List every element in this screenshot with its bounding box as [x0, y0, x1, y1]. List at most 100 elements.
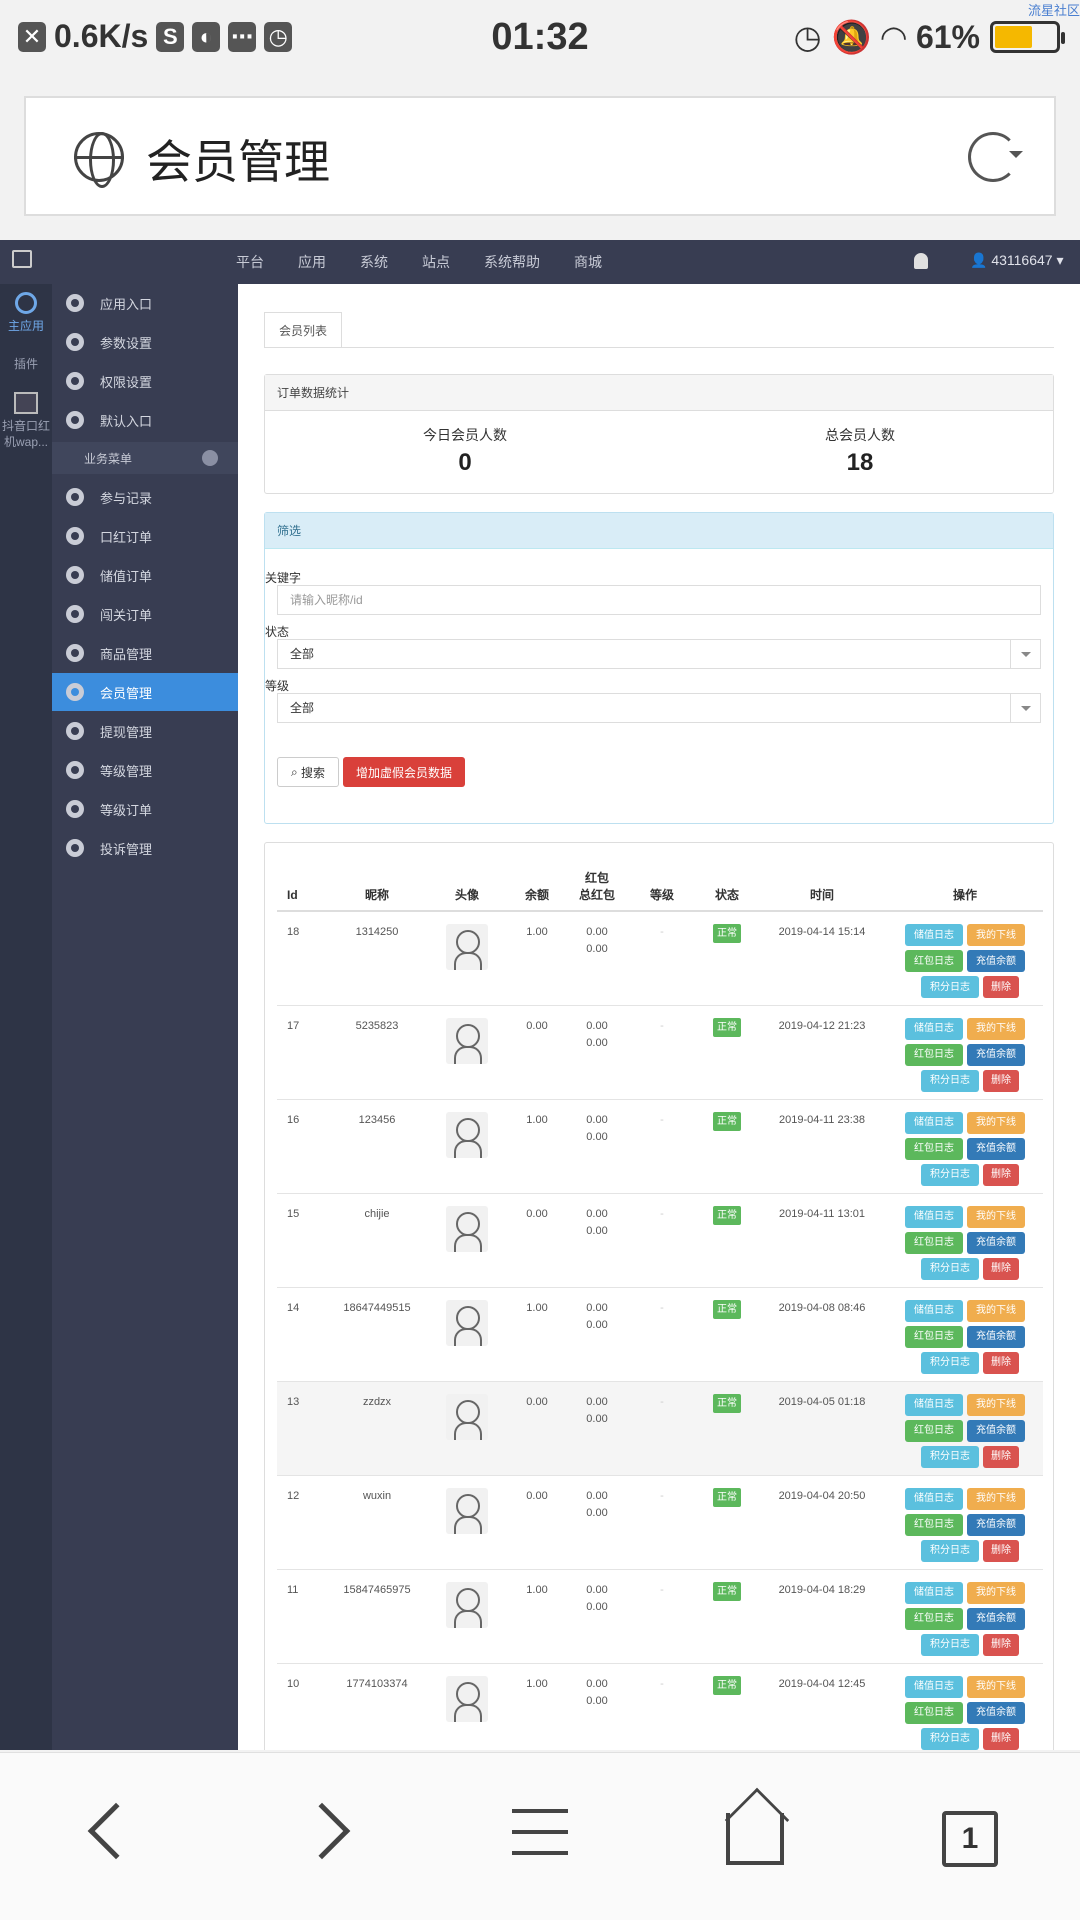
nav-item-system[interactable]: 系统: [360, 252, 388, 272]
points-log-button[interactable]: 积分日志: [921, 976, 979, 998]
menu-item-lipstick-orders[interactable]: 口红订单: [52, 517, 238, 555]
menu-item-members[interactable]: 会员管理: [52, 673, 238, 711]
recharge-button[interactable]: 充值余额: [967, 1043, 1025, 1066]
deposit-log-button[interactable]: 储值日志: [905, 924, 963, 946]
my-downline-button[interactable]: 我的下线: [967, 1017, 1025, 1040]
my-downline-button[interactable]: 我的下线: [967, 1205, 1025, 1228]
recharge-button[interactable]: 充值余额: [967, 1513, 1025, 1536]
my-downline-button[interactable]: 我的下线: [967, 924, 1025, 946]
my-downline-button[interactable]: 我的下线: [967, 1487, 1025, 1510]
menu-item-withdraw[interactable]: 提现管理: [52, 712, 238, 750]
cell-red-value: 0.00: [586, 1207, 608, 1220]
menu-item-permissions[interactable]: 权限设置: [52, 362, 238, 400]
red-log-button[interactable]: 红包日志: [905, 1325, 963, 1348]
nav-item-site[interactable]: 站点: [422, 252, 450, 272]
menu-item-products[interactable]: 商品管理: [52, 634, 238, 672]
refresh-icon[interactable]: [968, 132, 1023, 182]
points-log-button[interactable]: 积分日志: [921, 1445, 979, 1468]
tabs-button[interactable]: 1: [942, 1811, 998, 1867]
recharge-button[interactable]: 充值余额: [967, 1701, 1025, 1724]
deposit-log-button[interactable]: 储值日志: [905, 1205, 963, 1228]
nav-item-platform[interactable]: 平台: [236, 252, 264, 272]
menu-item-level-orders[interactable]: 等级订单: [52, 790, 238, 828]
deposit-log-button[interactable]: 储值日志: [905, 1487, 963, 1510]
user-menu[interactable]: 👤 43116647 ▾: [970, 252, 1064, 269]
rail-main-app[interactable]: 主应用: [0, 292, 52, 334]
deposit-log-button[interactable]: 储值日志: [905, 1675, 963, 1698]
my-downline-button[interactable]: 我的下线: [967, 1675, 1025, 1698]
points-log-button[interactable]: 积分日志: [921, 1257, 979, 1280]
recharge-button[interactable]: 充值余额: [967, 1137, 1025, 1160]
menu-item-levels[interactable]: 等级管理: [52, 751, 238, 789]
delete-button[interactable]: 删除: [983, 1445, 1019, 1468]
menu-item-app-entry[interactable]: 应用入口: [52, 284, 238, 322]
back-icon[interactable]: [87, 1802, 145, 1860]
recharge-button[interactable]: 充值余额: [967, 1419, 1025, 1442]
delete-button[interactable]: 删除: [983, 1069, 1019, 1092]
recharge-button[interactable]: 充值余额: [967, 1607, 1025, 1630]
rail-plugin[interactable]: 插件: [0, 356, 52, 372]
points-log-button[interactable]: 积分日志: [921, 1539, 979, 1562]
red-log-button[interactable]: 红包日志: [905, 1043, 963, 1066]
delete-button[interactable]: 删除: [983, 1257, 1019, 1280]
deposit-log-button[interactable]: 储值日志: [905, 1111, 963, 1134]
red-log-button[interactable]: 红包日志: [905, 1607, 963, 1630]
menu-icon[interactable]: [512, 1809, 568, 1865]
gear-icon: [66, 839, 84, 857]
cell-avatar: [427, 1287, 507, 1382]
forward-icon[interactable]: [293, 1802, 351, 1860]
red-log-button[interactable]: 红包日志: [905, 1701, 963, 1724]
menu-item-params[interactable]: 参数设置: [52, 323, 238, 361]
deposit-log-button[interactable]: 储值日志: [905, 1299, 963, 1322]
my-downline-button[interactable]: 我的下线: [967, 1581, 1025, 1604]
cell-ops: 储值日志 我的下线 红包日志 充值余额积分日志 删除: [887, 1475, 1043, 1570]
keyword-input[interactable]: 请输入昵称/id: [277, 585, 1041, 615]
menu-item-complaints[interactable]: 投诉管理: [52, 829, 238, 867]
menu-item-level-orders-game[interactable]: 闯关订单: [52, 595, 238, 633]
menu-group-business[interactable]: 业务菜单: [52, 442, 238, 474]
level-select[interactable]: 全部: [277, 693, 1041, 723]
add-fake-members-button[interactable]: 增加虚假会员数据: [343, 757, 465, 787]
recharge-button[interactable]: 充值余额: [967, 1231, 1025, 1254]
rail-app[interactable]: 抖音口红机wap...: [0, 392, 52, 450]
points-log-button[interactable]: 积分日志: [921, 1163, 979, 1186]
alarm-icon: ◷: [793, 19, 822, 55]
tab-member-list[interactable]: 会员列表: [264, 312, 342, 348]
delete-button[interactable]: 删除: [983, 1727, 1019, 1750]
nav-item-apps[interactable]: 应用: [298, 252, 326, 272]
recharge-button[interactable]: 充值余额: [967, 950, 1025, 972]
menu-item-records[interactable]: 参与记录: [52, 478, 238, 516]
menu-item-deposit-orders[interactable]: 储值订单: [52, 556, 238, 594]
red-log-button[interactable]: 红包日志: [905, 1513, 963, 1536]
points-log-button[interactable]: 积分日志: [921, 1069, 979, 1092]
deposit-log-button[interactable]: 储值日志: [905, 1393, 963, 1416]
search-button[interactable]: ⌕ 搜索: [277, 757, 339, 787]
points-log-button[interactable]: 积分日志: [921, 1351, 979, 1374]
my-downline-button[interactable]: 我的下线: [967, 1111, 1025, 1134]
red-log-button[interactable]: 红包日志: [905, 1231, 963, 1254]
delete-button[interactable]: 删除: [983, 1633, 1019, 1656]
delete-button[interactable]: 删除: [983, 1163, 1019, 1186]
deposit-log-button[interactable]: 储值日志: [905, 1017, 963, 1040]
status-select[interactable]: 全部: [277, 639, 1041, 669]
delete-button[interactable]: 删除: [983, 1539, 1019, 1562]
filter-header: 筛选: [265, 513, 1053, 549]
red-log-button[interactable]: 红包日志: [905, 1137, 963, 1160]
my-downline-button[interactable]: 我的下线: [967, 1393, 1025, 1416]
red-log-button[interactable]: 红包日志: [905, 950, 963, 972]
my-downline-button[interactable]: 我的下线: [967, 1299, 1025, 1322]
menu-item-default-entry[interactable]: 默认入口: [52, 401, 238, 439]
bell-icon[interactable]: [914, 253, 928, 269]
nav-item-help[interactable]: 系统帮助: [484, 252, 540, 272]
red-log-button[interactable]: 红包日志: [905, 1419, 963, 1442]
deposit-log-button[interactable]: 储值日志: [905, 1581, 963, 1604]
chevron-down-icon: [202, 450, 218, 466]
points-log-button[interactable]: 积分日志: [921, 1727, 979, 1750]
home-icon[interactable]: [726, 1813, 784, 1865]
status-badge: 正常: [713, 1111, 741, 1131]
nav-item-mall[interactable]: 商城: [574, 252, 602, 272]
delete-button[interactable]: 删除: [983, 976, 1019, 998]
points-log-button[interactable]: 积分日志: [921, 1633, 979, 1656]
delete-button[interactable]: 删除: [983, 1351, 1019, 1374]
recharge-button[interactable]: 充值余额: [967, 1325, 1025, 1348]
